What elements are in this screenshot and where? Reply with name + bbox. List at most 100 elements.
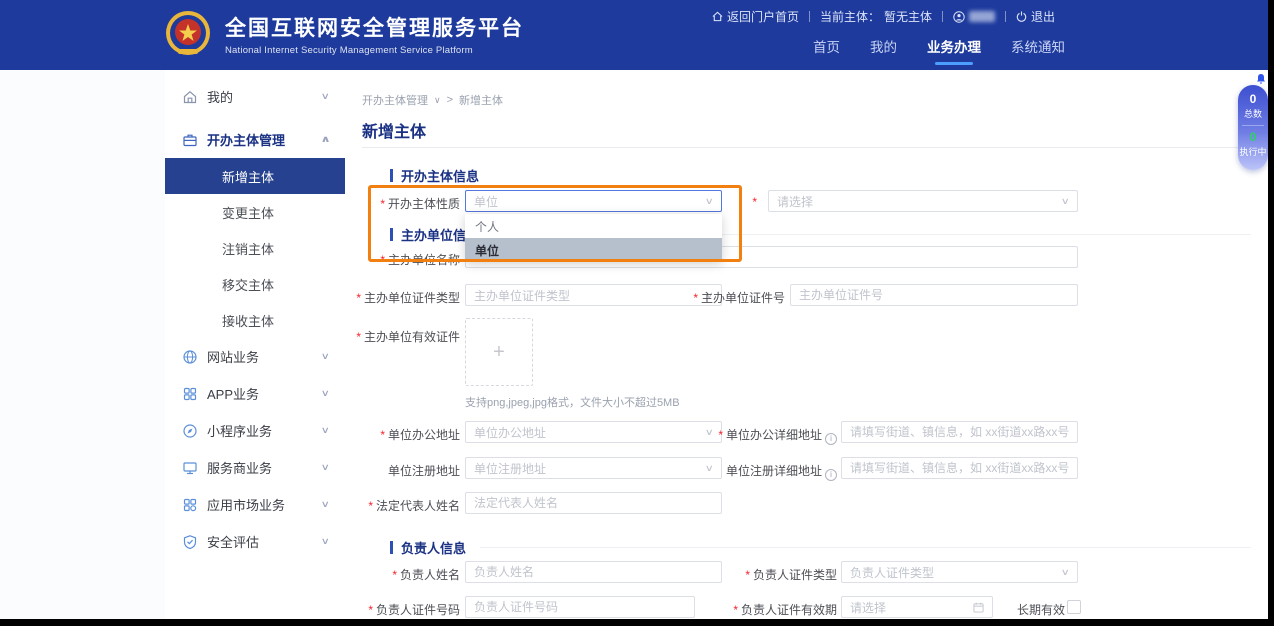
sidebar-item-provider-business[interactable]: 服务商业务 ∨ bbox=[165, 449, 345, 486]
sidebar-item-app-business[interactable]: APP业务 ∨ bbox=[165, 375, 345, 412]
field-label: 法定代表人姓名 bbox=[376, 499, 460, 513]
home-icon bbox=[712, 11, 723, 22]
required-mark: * bbox=[380, 253, 385, 267]
section-bar bbox=[390, 169, 393, 182]
chevron-down-icon: ∨ bbox=[1061, 196, 1070, 207]
compass-icon bbox=[182, 423, 198, 439]
section-bar bbox=[390, 541, 393, 554]
sidebar-item-new-subject[interactable]: 新增主体 bbox=[165, 158, 345, 194]
total-label: 总数 bbox=[1238, 106, 1268, 120]
breadcrumb: 开办主体管理 ∨ > 新增主体 bbox=[362, 92, 503, 108]
brand: 全国互联网安全管理服务平台 National Internet Security… bbox=[163, 9, 524, 59]
field-label: 负责人证件类型 bbox=[753, 568, 837, 582]
field-label: 单位注册地址 bbox=[388, 464, 460, 478]
return-portal-link[interactable]: 返回门户首页 bbox=[712, 8, 809, 25]
sidebar-item-mine[interactable]: 我的 ∨ bbox=[165, 78, 345, 115]
top-header: 全国互联网安全管理服务平台 National Internet Security… bbox=[0, 0, 1268, 70]
shield-check-icon bbox=[182, 534, 198, 550]
reg-address-detail-input[interactable] bbox=[841, 457, 1078, 479]
chevron-down-icon: ∨ bbox=[321, 351, 330, 362]
long-term-checkbox[interactable] bbox=[1067, 600, 1081, 614]
logout-button[interactable]: 退出 bbox=[1006, 8, 1065, 25]
chevron-down-icon: ∨ bbox=[705, 196, 714, 207]
required-mark: * bbox=[693, 291, 698, 305]
required-mark: * bbox=[356, 291, 361, 305]
header-nav: 首页 我的 业务办理 系统通知 bbox=[813, 36, 1065, 65]
sidebar-item-subject-management[interactable]: 开办主体管理 ∧ bbox=[165, 121, 345, 158]
breadcrumb-current: 新增主体 bbox=[459, 92, 503, 108]
bell-icon[interactable] bbox=[1255, 73, 1267, 85]
total-count: 0 bbox=[1238, 85, 1268, 106]
sidebar-item-transfer-subject[interactable]: 移交主体 bbox=[165, 266, 345, 302]
office-address-detail-input[interactable] bbox=[841, 421, 1078, 443]
chevron-down-icon: ∨ bbox=[321, 91, 330, 102]
chevron-down-icon: ∨ bbox=[321, 536, 330, 547]
sidebar: 我的 ∨ 开办主体管理 ∧ 新增主体 变更主体 注销主体 移交主体 接收主体 网… bbox=[165, 70, 345, 619]
nav-home[interactable]: 首页 bbox=[813, 36, 840, 65]
content-panel: 开办主体管理 ∨ > 新增主体 新增主体 开办主体信息 * 开办主体性质 单位 ∨… bbox=[345, 70, 1268, 619]
field-label: 单位注册详细地址 bbox=[726, 464, 822, 478]
upload-certificate-button[interactable]: + bbox=[465, 318, 533, 386]
divider bbox=[362, 147, 1251, 148]
field-label: 单位办公地址 bbox=[388, 428, 460, 442]
sidebar-item-website-business[interactable]: 网站业务 ∨ bbox=[165, 338, 345, 375]
calendar-icon bbox=[973, 602, 984, 613]
sidebar-item-change-subject[interactable]: 变更主体 bbox=[165, 194, 345, 230]
divider bbox=[1242, 125, 1264, 126]
chevron-up-icon: ∧ bbox=[320, 134, 330, 145]
upload-hint: 支持png,jpeg,jpg格式，文件大小不超过5MB bbox=[465, 394, 680, 410]
form-row-org-cert: *主办单位证件类型 主办单位证件类型 ∨ *主办单位证件号 bbox=[345, 284, 1251, 306]
user-account[interactable] bbox=[943, 11, 1005, 23]
running-count: 0 bbox=[1238, 130, 1268, 144]
required-mark: * bbox=[752, 195, 757, 209]
org-cert-file-label: *主办单位有效证件 bbox=[345, 328, 460, 345]
field-label: 单位办公详细地址 bbox=[726, 428, 822, 442]
org-cert-no-input[interactable] bbox=[790, 284, 1078, 306]
app-window: 全国互联网安全管理服务平台 National Internet Security… bbox=[0, 0, 1268, 619]
legal-name-input[interactable] bbox=[465, 492, 722, 514]
sidebar-item-cancel-subject[interactable]: 注销主体 bbox=[165, 230, 345, 266]
monitor-icon bbox=[182, 460, 198, 476]
long-term-label: 长期有效 bbox=[1017, 601, 1065, 618]
field-label: 开办主体性质 bbox=[388, 197, 460, 211]
form-row-legal-name: *法定代表人姓名 bbox=[345, 492, 1251, 514]
dropdown-option-personal[interactable]: 个人 bbox=[465, 214, 722, 238]
home-icon bbox=[182, 89, 198, 105]
page-title: 新增主体 bbox=[362, 118, 426, 142]
section-bar bbox=[390, 228, 393, 241]
market-grid-icon bbox=[182, 497, 198, 513]
running-label: 执行中 bbox=[1238, 144, 1268, 158]
dropdown-option-unit[interactable]: 单位 bbox=[465, 238, 722, 262]
subject-nature-select[interactable]: 单位 ∨ bbox=[465, 190, 722, 212]
form-row-manager-cert: *负责人证件号码 *负责人证件有效期 请选择 长期有效 bbox=[345, 596, 1251, 618]
subject-extra-select[interactable]: 请选择 ∨ bbox=[768, 190, 1078, 212]
sidebar-item-security-assessment[interactable]: 安全评估 ∨ bbox=[165, 523, 345, 560]
placeholder-text: 请选择 bbox=[850, 599, 886, 616]
selected-value: 单位 bbox=[474, 193, 498, 210]
field-label: 负责人证件号码 bbox=[376, 603, 460, 617]
sidebar-item-appmarket-business[interactable]: 应用市场业务 ∨ bbox=[165, 486, 345, 523]
nav-business[interactable]: 业务办理 bbox=[927, 36, 981, 65]
sidebar-item-receive-subject[interactable]: 接收主体 bbox=[165, 302, 345, 338]
main-area: 我的 ∨ 开办主体管理 ∧ 新增主体 变更主体 注销主体 移交主体 接收主体 网… bbox=[0, 70, 1268, 619]
breadcrumb-separator: > bbox=[447, 94, 453, 106]
placeholder-text: 负责人证件类型 bbox=[850, 564, 934, 581]
task-status-widget[interactable]: 0 总数 0 执行中 bbox=[1238, 85, 1268, 170]
chevron-down-icon: ∨ bbox=[434, 95, 441, 106]
chevron-down-icon: ∨ bbox=[321, 425, 330, 436]
nav-notifications[interactable]: 系统通知 bbox=[1011, 36, 1065, 65]
current-subject: 当前主体：暂无主体 bbox=[810, 8, 942, 25]
manager-cert-type-select[interactable]: 负责人证件类型 ∨ bbox=[841, 561, 1078, 583]
platform-title: 全国互联网安全管理服务平台 bbox=[225, 12, 524, 42]
breadcrumb-parent[interactable]: 开办主体管理 bbox=[362, 92, 428, 108]
nav-mine[interactable]: 我的 bbox=[870, 36, 897, 65]
form-row-office-address: *单位办公地址 单位办公地址 ∨ *单位办公详细地址i bbox=[345, 421, 1251, 443]
form-row-reg-address: 单位注册地址 单位注册地址 ∨ 单位注册详细地址i bbox=[345, 457, 1251, 479]
form-row-subject-nature: *开办主体性质 单位 ∨ * 请选择 ∨ bbox=[345, 190, 1251, 212]
manager-cert-expiry-datepicker[interactable]: 请选择 bbox=[841, 596, 993, 618]
manager-cert-no-input[interactable] bbox=[465, 596, 695, 618]
briefcase-icon bbox=[182, 132, 198, 148]
sidebar-item-miniprogram-business[interactable]: 小程序业务 ∨ bbox=[165, 412, 345, 449]
placeholder-text: 单位办公地址 bbox=[474, 424, 546, 441]
section-subject-info: 开办主体信息 bbox=[390, 166, 1251, 185]
